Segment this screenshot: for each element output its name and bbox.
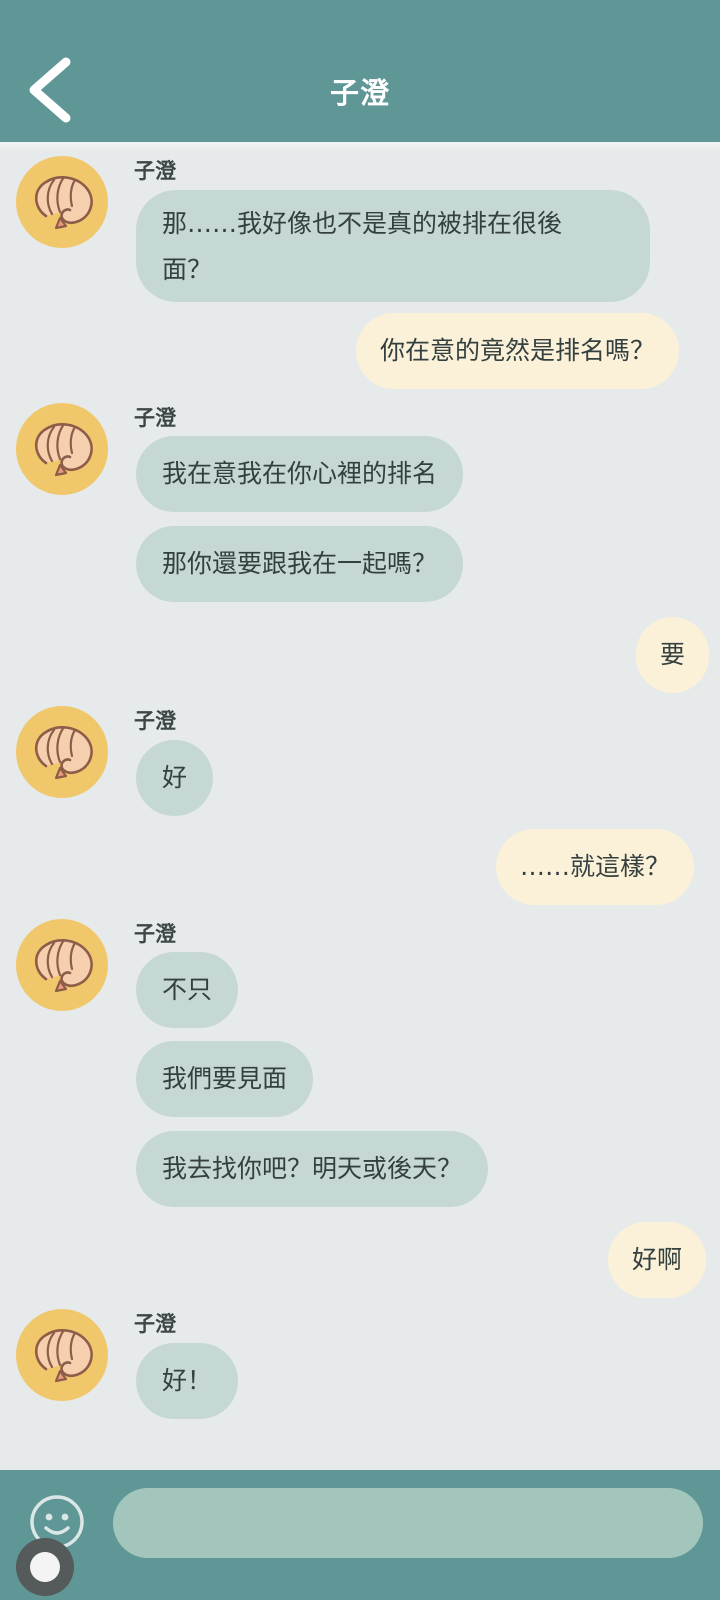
shrimp-avatar-icon (34, 938, 93, 993)
incoming-message-bubble[interactable]: 好 (136, 740, 214, 816)
shrimp-avatar-icon (34, 1328, 93, 1383)
message-text: 好！ (162, 1366, 213, 1395)
outgoing-message-bubble[interactable]: 好啊 (608, 1222, 707, 1298)
incoming-message-bubble[interactable]: 我在意我在你心裡的排名 (136, 436, 464, 512)
message-text: 好啊 (632, 1245, 683, 1274)
incoming-message-bubble[interactable]: 不只 (136, 952, 239, 1028)
contact-avatar[interactable] (16, 156, 108, 248)
sender-name: 子澄 (134, 159, 176, 183)
shrimp-avatar-icon (34, 175, 93, 230)
floating-button-dot (30, 1552, 60, 1582)
sender-name: 子澄 (134, 922, 176, 946)
floating-assistive-button[interactable] (16, 1538, 74, 1596)
incoming-message-bubble[interactable]: 好！ (136, 1343, 239, 1419)
incoming-message-bubble[interactable]: 我們要見面 (136, 1041, 314, 1117)
message-text: 我去找你吧？明天或後天？ (162, 1154, 463, 1183)
shrimp-avatar-icon (34, 725, 93, 780)
message-text: 你在意的竟然是排名嗎？ (380, 336, 656, 365)
message-text-line: 那……我好像也不是真的被排在很後 (162, 209, 563, 238)
sender-name: 子澄 (134, 1312, 176, 1336)
contact-avatar[interactable] (16, 706, 108, 798)
message-text: 我在意我在你心裡的排名 (162, 459, 438, 488)
contact-avatar[interactable] (16, 1309, 108, 1401)
chat-title: 子澄 (329, 76, 390, 110)
message-text: 要 (660, 640, 686, 669)
header-divider (0, 142, 720, 150)
message-text: 那你還要跟我在一起嗎？ (162, 549, 438, 578)
message-text: 我們要見面 (162, 1064, 288, 1093)
message-text: 好 (162, 763, 188, 792)
shrimp-avatar-icon (34, 422, 93, 477)
outgoing-message-bubble[interactable]: 你在意的竟然是排名嗎？ (356, 313, 680, 389)
outgoing-message-bubble[interactable]: 要 (636, 617, 710, 693)
sender-name: 子澄 (134, 709, 176, 733)
incoming-message-bubble[interactable]: 那……我好像也不是真的被排在很後 面？ (136, 190, 650, 302)
sender-name: 子澄 (134, 406, 176, 430)
incoming-message-bubble[interactable]: 那你還要跟我在一起嗎？ (136, 526, 464, 602)
incoming-message-bubble[interactable]: 我去找你吧？明天或後天？ (136, 1131, 489, 1207)
contact-avatar[interactable] (16, 403, 108, 495)
outgoing-message-bubble[interactable]: ……就這樣？ (496, 829, 695, 905)
message-text: 不只 (162, 975, 213, 1004)
message-text: ……就這樣？ (520, 852, 671, 881)
message-input[interactable] (113, 1488, 703, 1558)
contact-avatar[interactable] (16, 919, 108, 1011)
message-text-line: 面？ (162, 255, 213, 284)
